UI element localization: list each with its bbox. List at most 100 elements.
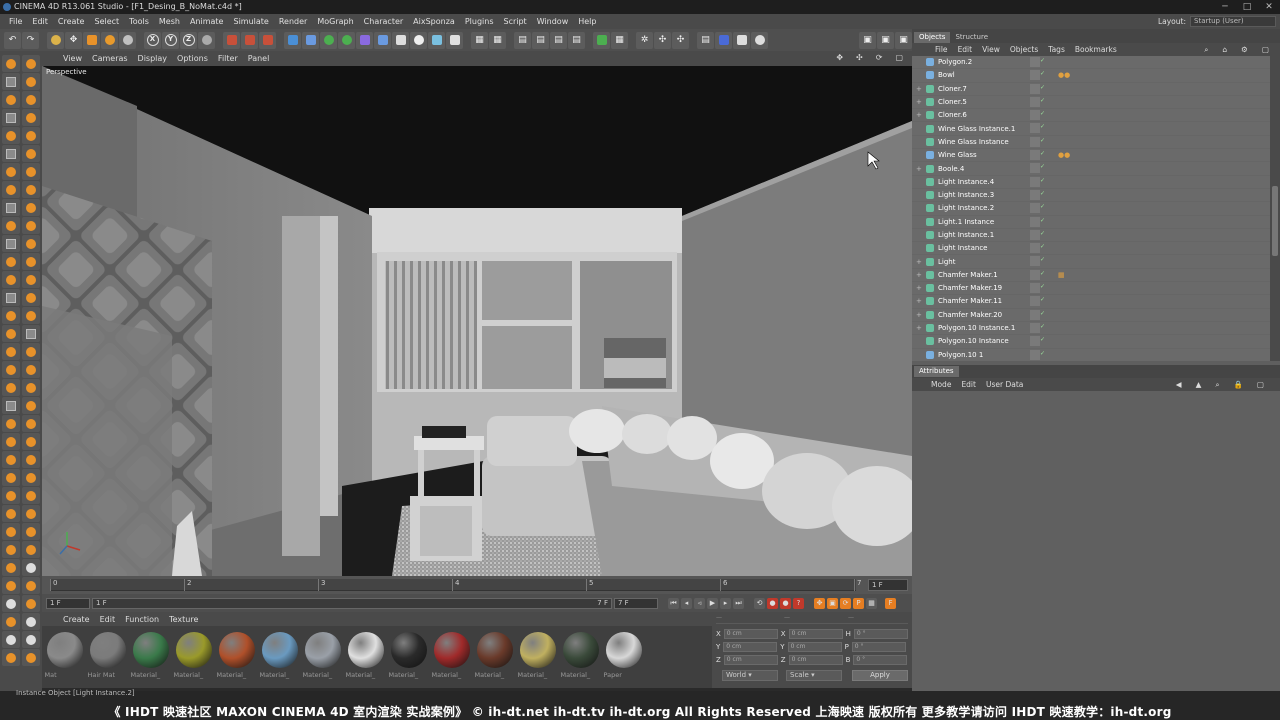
layer-swatch[interactable]: [1030, 322, 1040, 333]
object-name[interactable]: Cloner.6: [938, 111, 967, 119]
cube-icon[interactable]: [284, 31, 301, 49]
visibility-dots-icon[interactable]: ✓: [1040, 203, 1045, 210]
tool-icon[interactable]: [2, 163, 20, 180]
visibility-dots-icon[interactable]: ✓: [1040, 70, 1045, 77]
object-row[interactable]: Light Instance.1 ✓: [912, 229, 1270, 243]
snap-icon[interactable]: ✲: [636, 31, 653, 49]
viewport-menu-panel[interactable]: Panel: [243, 54, 275, 63]
layer-swatch[interactable]: [1030, 269, 1040, 280]
parameter-key-icon[interactable]: P: [853, 597, 864, 609]
viewport-menu-filter[interactable]: Filter: [213, 54, 243, 63]
stack-icon[interactable]: ▤: [568, 31, 585, 49]
visibility-dots-icon[interactable]: ✓: [1040, 177, 1045, 184]
keyframe-selection-icon[interactable]: ?: [793, 597, 804, 609]
tool-icon[interactable]: [22, 343, 40, 360]
object-menu-objects[interactable]: Objects: [1005, 45, 1043, 54]
tool-icon[interactable]: [22, 199, 40, 216]
tool-icon[interactable]: [2, 559, 20, 576]
layer-swatch[interactable]: [1030, 163, 1040, 174]
tool-icon[interactable]: [2, 415, 20, 432]
tool-icon[interactable]: [2, 235, 20, 252]
up-arrow-icon[interactable]: ▲: [1191, 380, 1207, 390]
attributes-menu-edit[interactable]: Edit: [956, 380, 981, 389]
attributes-menu-user-data[interactable]: User Data: [981, 380, 1028, 389]
maximize-button[interactable]: □: [1236, 0, 1258, 14]
tool-icon[interactable]: [2, 127, 20, 144]
object-name[interactable]: Light Instance: [938, 244, 987, 252]
deformer-icon[interactable]: [356, 31, 373, 49]
tool-icon[interactable]: [2, 55, 20, 72]
x-axis-icon[interactable]: X: [144, 31, 161, 49]
object-menu-edit[interactable]: Edit: [953, 45, 978, 54]
tool-icon[interactable]: [2, 181, 20, 198]
object-row[interactable]: Light Instance.4 ✓: [912, 176, 1270, 189]
object-name[interactable]: Bowl: [938, 71, 955, 79]
scrollbar-thumb[interactable]: [1272, 186, 1278, 256]
visibility-dots-icon[interactable]: ✓: [1040, 256, 1045, 263]
view-settings-icon[interactable]: ⚙: [1236, 45, 1253, 55]
tab-attributes[interactable]: Attributes: [914, 366, 959, 377]
object-tag-icon[interactable]: ●●: [1058, 71, 1070, 79]
go-to-start-icon[interactable]: ⏮: [668, 597, 679, 609]
distribute-icon[interactable]: ▤: [532, 31, 549, 49]
material-swatch[interactable]: Material_: [345, 630, 386, 682]
object-row[interactable]: Wine Glass Instance ✓: [912, 136, 1270, 150]
coord-size-field[interactable]: 0 cm: [788, 628, 843, 639]
panel-layout-icon[interactable]: ▣: [895, 31, 912, 49]
tool-icon[interactable]: [22, 217, 40, 234]
object-row[interactable]: + Chamfer Maker.19 ✓: [912, 282, 1270, 296]
material-swatch[interactable]: Material_: [560, 630, 601, 682]
back-arrow-icon[interactable]: ◀: [1171, 380, 1187, 390]
object-name[interactable]: Cloner.7: [938, 85, 967, 93]
coord-position-field[interactable]: 0 cm: [723, 654, 778, 665]
tool-icon[interactable]: [22, 505, 40, 522]
layer-swatch[interactable]: [1030, 83, 1040, 94]
visibility-dots-icon[interactable]: ✓: [1040, 190, 1045, 197]
timeline-ruler[interactable]: 0 2 3 4 5 6 7: [50, 579, 861, 591]
menu-script[interactable]: Script: [498, 17, 531, 26]
attr-lock-icon[interactable]: 🔒: [1229, 380, 1248, 390]
object-row[interactable]: Wine Glass ✓ ●●: [912, 149, 1270, 163]
layout-dropdown[interactable]: Startup (User): [1190, 16, 1276, 27]
tool-icon[interactable]: [22, 271, 40, 288]
layer-swatch[interactable]: [1030, 216, 1040, 227]
fullscreen-icon[interactable]: ▣: [859, 31, 876, 49]
grid-icon[interactable]: ▦: [471, 31, 488, 49]
tool-icon[interactable]: [22, 145, 40, 162]
expand-toggle-icon[interactable]: +: [916, 165, 922, 173]
tool-icon[interactable]: [2, 325, 20, 342]
coord-rotation-field[interactable]: 0 °: [853, 654, 908, 665]
y-axis-icon[interactable]: Y: [162, 31, 179, 49]
object-name[interactable]: Wine Glass Instance: [938, 138, 1009, 146]
object-row[interactable]: + Chamfer Maker.20 ✓: [912, 309, 1270, 322]
tool-icon[interactable]: [22, 523, 40, 540]
object-name[interactable]: Polygon.10 Instance.1: [938, 324, 1015, 332]
tool-icon[interactable]: [22, 577, 40, 594]
tool-icon[interactable]: [22, 55, 40, 72]
visibility-dots-icon[interactable]: ✓: [1040, 243, 1045, 250]
menu-select[interactable]: Select: [89, 17, 124, 26]
move-view-icon[interactable]: ✣: [851, 53, 868, 62]
visibility-dots-icon[interactable]: ✓: [1040, 270, 1045, 277]
tool-icon[interactable]: [22, 73, 40, 90]
material-swatch[interactable]: Material_: [173, 630, 214, 682]
tool-icon[interactable]: [22, 253, 40, 270]
material-menu-texture[interactable]: Texture: [164, 615, 203, 624]
rotation-key-icon[interactable]: ⟳: [840, 597, 851, 609]
play-icon[interactable]: ▶: [707, 597, 718, 609]
tool-icon[interactable]: [2, 307, 20, 324]
expand-toggle-icon[interactable]: +: [916, 311, 922, 319]
record-active-icon[interactable]: ●: [767, 597, 778, 609]
timeline-end-frame[interactable]: 1 F: [868, 579, 908, 591]
material-swatch[interactable]: Material_: [474, 630, 515, 682]
visibility-dots-icon[interactable]: ✓: [1040, 350, 1045, 357]
sky-icon[interactable]: [428, 31, 445, 49]
tool-icon[interactable]: [2, 361, 20, 378]
rotate-view-icon[interactable]: ⟳: [871, 53, 888, 62]
layer-swatch[interactable]: [1030, 57, 1040, 67]
viewport-menu-options[interactable]: Options: [172, 54, 213, 63]
tab-structure[interactable]: Structure: [950, 32, 993, 43]
attr-new-window-icon[interactable]: ▢: [1252, 380, 1269, 390]
rotate-icon[interactable]: [101, 31, 118, 49]
menu-animate[interactable]: Animate: [185, 17, 229, 26]
